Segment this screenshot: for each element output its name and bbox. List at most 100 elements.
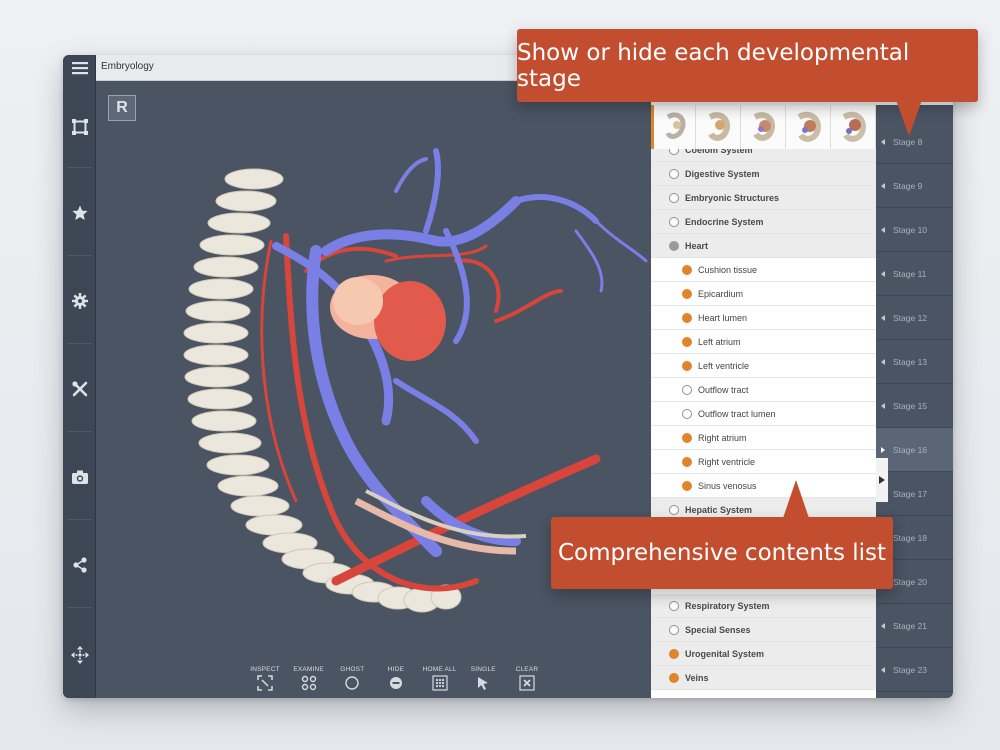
stage-thumbnail[interactable] (651, 105, 696, 151)
stage-item[interactable]: Stage 9 (876, 164, 953, 208)
stage-thumbnail[interactable] (696, 105, 741, 151)
stage-list: Stage 23 Stage 21 Stage 20 Stage 18 Stage 17… (876, 105, 953, 698)
examine-label: EXAMINE (293, 666, 324, 673)
visibility-on-indicator[interactable] (682, 288, 692, 299)
3d-viewport[interactable]: R INSPECT EXAMINE GHOST HIDE HOME ALL SI… (96, 81, 651, 698)
contents-part-row[interactable]: Sinus venosus (651, 474, 876, 498)
contents-system-row[interactable]: Special Senses (651, 618, 876, 642)
stage-label: Stage 9 (893, 180, 923, 191)
visibility-on-indicator[interactable] (682, 432, 692, 443)
examine-button[interactable]: EXAMINE (290, 666, 328, 696)
visibility-on-indicator[interactable] (682, 360, 692, 371)
single-button[interactable]: SINGLE (464, 666, 502, 696)
stage-thumbnail[interactable] (741, 105, 786, 151)
contents-part-row[interactable]: Left ventricle (651, 354, 876, 378)
single-icon (478, 677, 489, 690)
contents-row-label: Special Senses (685, 624, 751, 635)
stage-item[interactable]: Stage 15 (876, 384, 953, 428)
contents-row-label: Hepatic System (685, 504, 753, 515)
visibility-off-indicator[interactable] (669, 600, 679, 611)
visibility-off-indicator[interactable] (669, 149, 679, 155)
contents-part-row[interactable]: Cushion tissue (651, 258, 876, 282)
visibility-on-indicator[interactable] (682, 336, 692, 347)
visibility-on-indicator[interactable] (669, 672, 679, 683)
contents-row-label: Outflow tract (698, 384, 749, 395)
stage-label: Stage 10 (893, 224, 928, 235)
divider (67, 431, 92, 432)
ghost-button[interactable]: GHOST (333, 666, 371, 696)
window-title: Embryology (101, 61, 154, 72)
stage-thumbnail[interactable] (831, 105, 876, 151)
home-all-label: HOME ALL (422, 666, 457, 673)
stage-thumbnail-strip (651, 105, 876, 151)
callout-pointer (783, 480, 809, 518)
inspect-label: INSPECT (250, 666, 280, 673)
contents-part-row[interactable]: Heart lumen (651, 306, 876, 330)
inspect-button[interactable]: INSPECT (246, 666, 284, 696)
examine-icon (301, 675, 316, 691)
contents-row-label: Right atrium (698, 432, 747, 443)
single-label: SINGLE (470, 666, 496, 673)
gear-icon[interactable] (63, 281, 96, 321)
contents-part-row[interactable]: Outflow tract lumen (651, 402, 876, 426)
stage-label: Stage 11 (893, 268, 927, 279)
visibility-off-indicator[interactable] (669, 504, 679, 515)
visibility-on-indicator[interactable] (682, 312, 692, 323)
contents-system-row[interactable]: Veins (651, 666, 876, 690)
hide-button[interactable]: HIDE (377, 666, 415, 696)
visibility-on-indicator[interactable] (669, 648, 679, 659)
triangle-right-icon (881, 446, 885, 453)
visibility-off-indicator[interactable] (682, 408, 692, 419)
stage-item[interactable]: Stage 11 (876, 252, 953, 296)
view-reset-badge[interactable]: R (108, 95, 136, 121)
contents-system-row[interactable]: Urogenital System (651, 642, 876, 666)
tools-icon[interactable] (63, 369, 96, 409)
camera-icon[interactable] (63, 457, 96, 497)
visibility-on-indicator[interactable] (682, 456, 692, 467)
contents-part-row[interactable]: Right ventricle (651, 450, 876, 474)
hide-icon (389, 677, 402, 689)
contents-system-row[interactable]: Heart (651, 234, 876, 258)
contents-system-row[interactable]: Coelom System (651, 149, 876, 162)
contents-part-row[interactable]: Right atrium (651, 426, 876, 450)
frame-icon[interactable] (63, 107, 96, 147)
stage-item[interactable]: Stage 12 (876, 296, 953, 340)
contents-system-row[interactable]: Respiratory System (651, 594, 876, 618)
visibility-off-indicator[interactable] (669, 216, 679, 227)
move-icon[interactable] (63, 635, 96, 675)
share-icon[interactable] (63, 545, 96, 585)
callout-stages: Show or hide each developmental stage (517, 29, 978, 102)
contents-system-row[interactable]: Embryonic Structures (651, 186, 876, 210)
divider (67, 343, 92, 344)
contents-part-row[interactable]: Left atrium (651, 330, 876, 354)
stage-item[interactable]: Stage 23 (876, 648, 953, 692)
stage-item[interactable]: Stage 10 (876, 208, 953, 252)
contents-row-label: Endocrine System (685, 216, 764, 227)
stage-item[interactable]: Stage 21 (876, 604, 953, 648)
contents-part-row[interactable]: Outflow tract (651, 378, 876, 402)
contents-list[interactable]: Coelom System Digestive System Embryonic S… (651, 149, 876, 698)
visibility-off-indicator[interactable] (669, 168, 679, 179)
visibility-off-indicator[interactable] (669, 624, 679, 635)
visibility-on-indicator[interactable] (682, 480, 692, 491)
visibility-on-indicator[interactable] (669, 240, 679, 251)
contents-system-row[interactable]: Digestive System (651, 162, 876, 186)
visibility-off-indicator[interactable] (682, 384, 692, 395)
menu-icon[interactable] (63, 55, 96, 81)
bottom-toolbar: INSPECT EXAMINE GHOST HIDE HOME ALL SING… (246, 666, 546, 696)
contents-part-row[interactable]: Epicardium (651, 282, 876, 306)
stage-thumbnail[interactable] (786, 105, 831, 151)
visibility-on-indicator[interactable] (682, 264, 692, 275)
star-icon[interactable] (63, 193, 96, 233)
home-all-button[interactable]: HOME ALL (421, 666, 459, 696)
side-panel: Coelom System Digestive System Embryonic S… (651, 81, 953, 698)
contents-system-row[interactable]: Endocrine System (651, 210, 876, 234)
visibility-off-indicator[interactable] (669, 192, 679, 203)
contents-row-label: Digestive System (685, 168, 760, 179)
stage-label: Stage 20 (893, 576, 928, 587)
embryo-model[interactable] (96, 81, 651, 698)
panel-collapse-handle[interactable] (876, 458, 888, 502)
triangle-left-icon (881, 314, 885, 321)
stage-item[interactable]: Stage 13 (876, 340, 953, 384)
clear-button[interactable]: CLEAR (508, 666, 546, 696)
